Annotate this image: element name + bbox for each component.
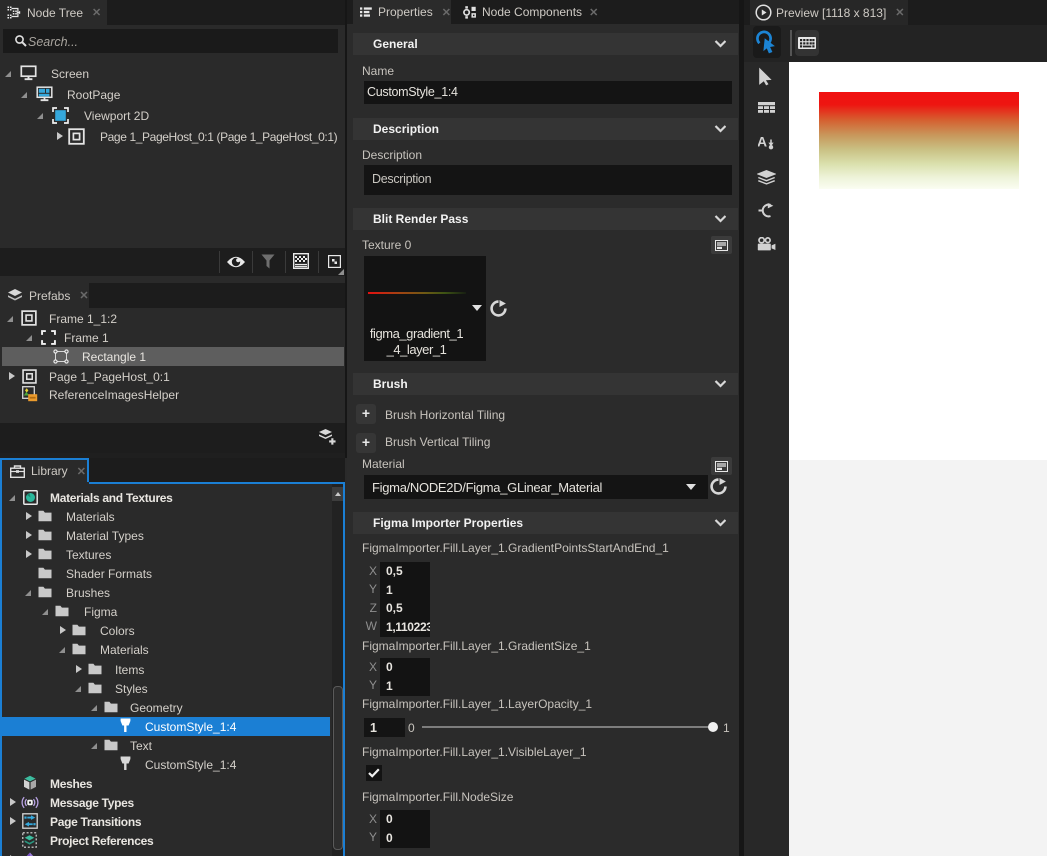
svg-text:A: A (758, 134, 767, 150)
